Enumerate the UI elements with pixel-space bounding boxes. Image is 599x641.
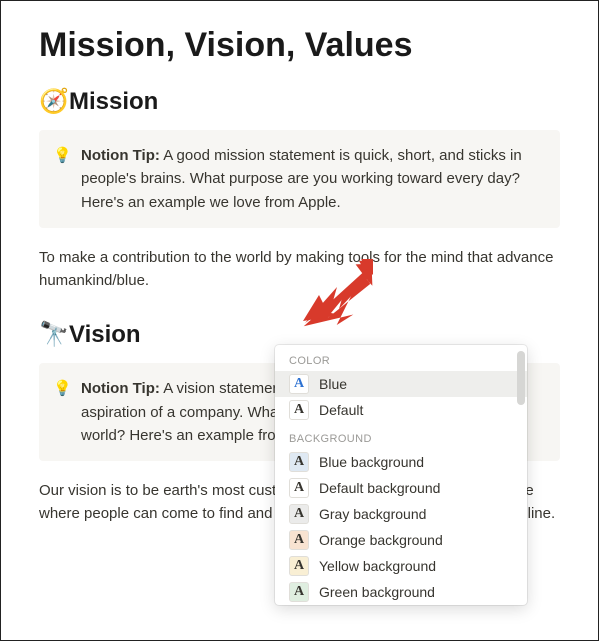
color-option-default[interactable]: A Default [275, 397, 527, 423]
option-label: Blue background [319, 454, 424, 470]
background-option-yellow-background[interactable]: A Yellow background [275, 553, 527, 579]
background-option-orange-background[interactable]: A Orange background [275, 527, 527, 553]
vision-tip-label: Notion Tip: [81, 380, 160, 397]
mission-body[interactable]: To make a contribution to the world by m… [39, 246, 560, 293]
swatch-icon: A [289, 400, 309, 420]
mission-tip-body: Notion Tip: A good mission statement is … [81, 144, 540, 214]
swatch-icon: A [289, 478, 309, 498]
option-label: Orange background [319, 532, 443, 548]
swatch-icon: A [289, 452, 309, 472]
option-label: Default [319, 402, 363, 418]
background-option-green-background[interactable]: A Green background [275, 579, 527, 605]
page-title: Mission, Vision, Values [39, 26, 560, 65]
mission-heading[interactable]: 🧭 Mission [39, 87, 560, 116]
background-option-default-background[interactable]: A Default background [275, 475, 527, 501]
telescope-icon: 🔭 [39, 320, 69, 349]
swatch-icon: A [289, 582, 309, 602]
popup-section-color-label: COLOR [275, 351, 527, 371]
vision-heading-text: Vision [69, 321, 141, 349]
bulb-icon: 💡 [53, 144, 81, 214]
option-label: Default background [319, 480, 440, 496]
option-label: Gray background [319, 506, 426, 522]
option-label: Yellow background [319, 558, 436, 574]
option-label: Green background [319, 584, 435, 600]
mission-heading-text: Mission [69, 88, 158, 116]
background-option-blue-background[interactable]: A Blue background [275, 449, 527, 475]
color-picker-popup: COLOR A Blue A Default BACKGROUND A Blue bac… [275, 345, 527, 605]
mission-tip-label: Notion Tip: [81, 147, 160, 164]
swatch-icon: A [289, 374, 309, 394]
compass-icon: 🧭 [39, 87, 69, 116]
option-label: Blue [319, 376, 347, 392]
popup-section-bg-label: BACKGROUND [275, 429, 527, 449]
swatch-icon: A [289, 504, 309, 524]
popup-scrollbar[interactable] [517, 351, 525, 405]
bulb-icon: 💡 [53, 377, 81, 447]
mission-tip-callout[interactable]: 💡 Notion Tip: A good mission statement i… [39, 130, 560, 228]
color-option-blue[interactable]: A Blue [275, 371, 527, 397]
swatch-icon: A [289, 530, 309, 550]
background-option-gray-background[interactable]: A Gray background [275, 501, 527, 527]
swatch-icon: A [289, 556, 309, 576]
